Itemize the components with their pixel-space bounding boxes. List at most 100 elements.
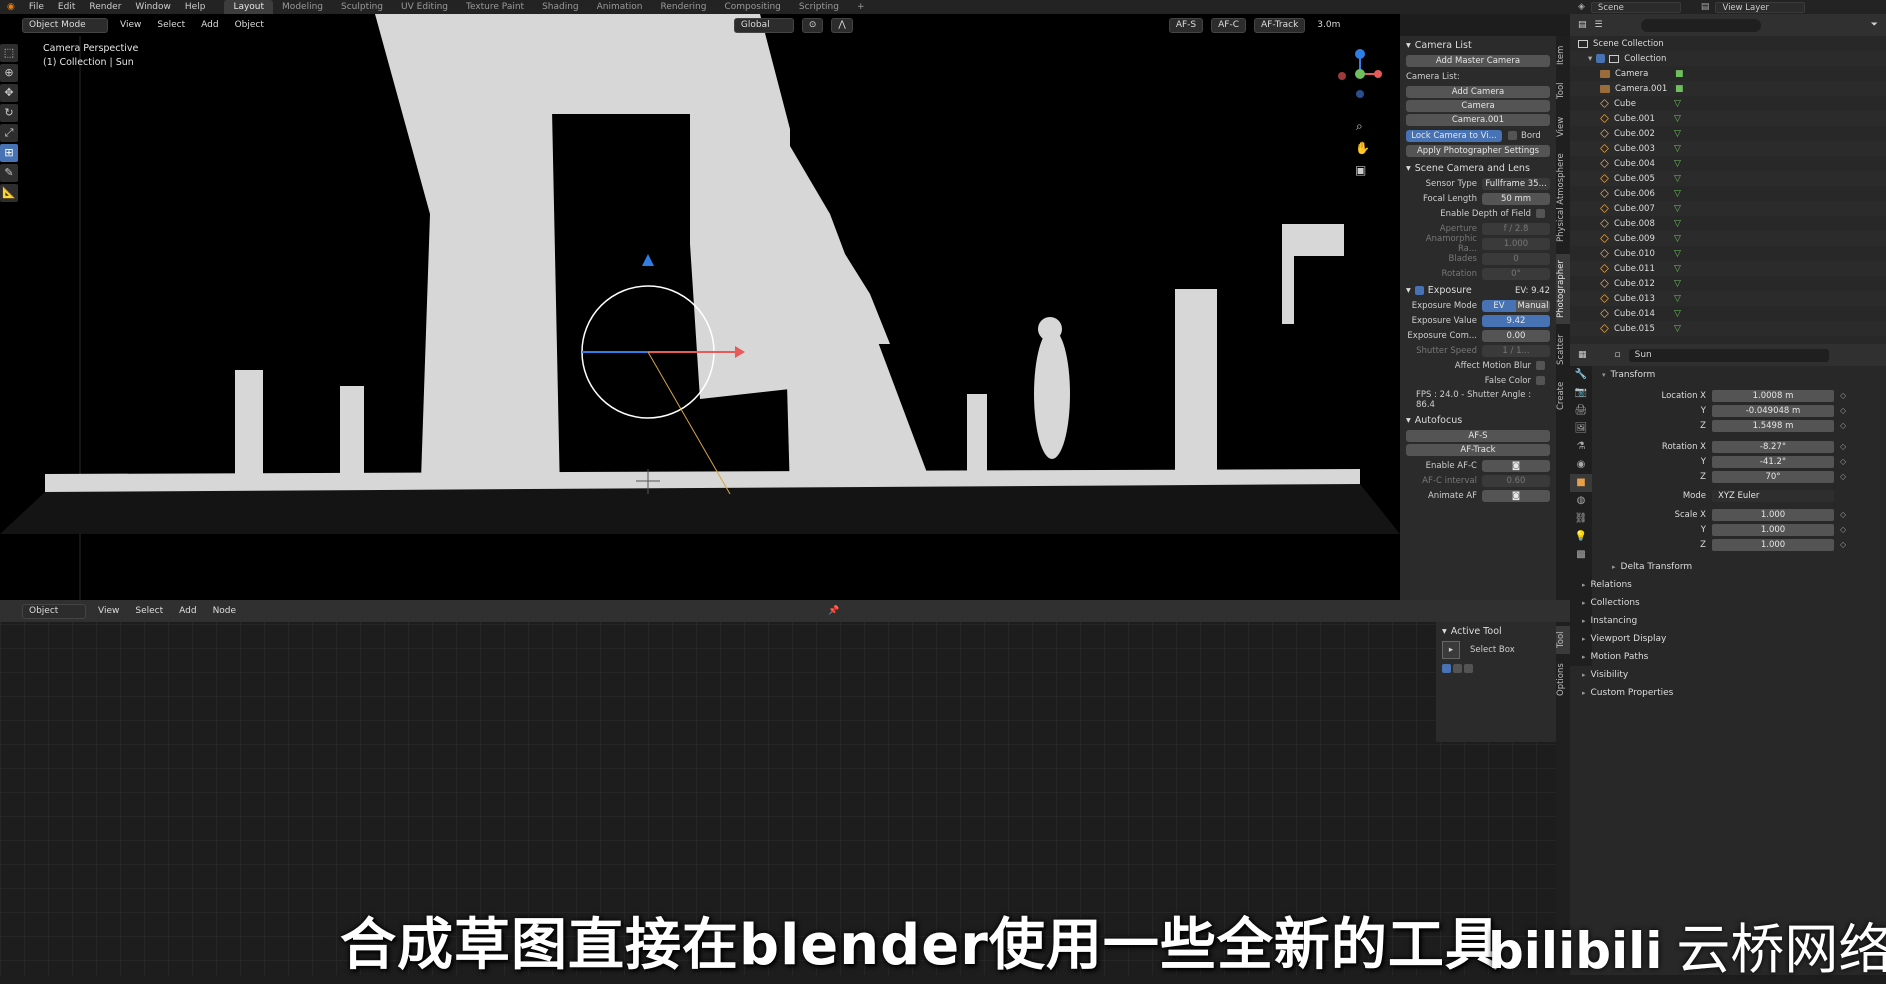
location-x-field[interactable]: 1.0008 m (1712, 389, 1834, 402)
outliner-item[interactable]: Cube.003 ▽ (1570, 141, 1886, 156)
keyframe-icon[interactable]: ◇ (1840, 457, 1846, 466)
view-layer-selector[interactable]: View Layer (1715, 1, 1806, 13)
outliner-item[interactable]: Cube.011 ▽ (1570, 261, 1886, 276)
filter-icon[interactable]: ⏷ (1871, 20, 1878, 30)
mesh-data-icon[interactable]: ▽ (1674, 264, 1681, 274)
node-type-dropdown[interactable]: Object (22, 603, 86, 619)
outliner-item[interactable]: Cube.009 ▽ (1570, 231, 1886, 246)
axis-gizmo-icon[interactable]: ⌕ ✋ ▣ (1330, 44, 1390, 194)
mesh-data-icon[interactable]: ▽ (1674, 309, 1681, 319)
workspace-tab-modeling[interactable]: Modeling (273, 0, 332, 14)
properties-editor-icon[interactable]: ▦ (1578, 350, 1587, 360)
tab-create[interactable]: Create (1556, 376, 1570, 416)
animate-af-toggle[interactable]: ◙ (1482, 489, 1550, 502)
blender-logo-icon[interactable]: ◉ (0, 0, 22, 14)
constraints-props-icon[interactable]: ⛓ (1570, 510, 1592, 528)
workspace-tab-animation[interactable]: Animation (588, 0, 652, 14)
motion-blur-checkbox[interactable] (1536, 361, 1545, 370)
exposure-header[interactable]: ▾ Exposure EV: 9.42 (1400, 281, 1556, 298)
node-menu-select[interactable]: Select (131, 606, 167, 616)
mode-subtract-icon[interactable] (1464, 664, 1473, 673)
keyframe-icon[interactable]: ◇ (1840, 391, 1846, 400)
viewport-menu-view[interactable]: View (116, 20, 145, 30)
outliner-item[interactable]: Cube.013 ▽ (1570, 291, 1886, 306)
outliner-item[interactable]: Cube.014 ▽ (1570, 306, 1886, 321)
viewport-menu-select[interactable]: Select (153, 20, 189, 30)
scale-y-field[interactable]: 1.000 (1712, 523, 1834, 536)
mesh-data-icon[interactable]: ▽ (1674, 324, 1681, 334)
scale-tool-icon[interactable]: ⤢ (0, 124, 18, 142)
scene-props-icon[interactable]: ⚗ (1570, 438, 1592, 456)
workspace-tab-scripting[interactable]: Scripting (790, 0, 848, 14)
af-track-button[interactable]: AF-Track (1253, 17, 1306, 33)
render-props-icon[interactable]: 📷 (1570, 384, 1592, 402)
node-menu-view[interactable]: View (94, 606, 123, 616)
tab-photographer[interactable]: Photographer (1556, 254, 1570, 324)
tab-item[interactable]: Item (1556, 40, 1570, 70)
exposure-mode-ev-button[interactable]: EV (1482, 299, 1516, 312)
camera-item-button[interactable]: Camera (1406, 100, 1550, 112)
transform-section-header[interactable]: ▾ Transform (1594, 366, 1886, 384)
rotation-x-field[interactable]: -8.27° (1712, 440, 1834, 453)
camera-001-item-button[interactable]: Camera.001 (1406, 114, 1550, 126)
rotation-z-field[interactable]: 70° (1712, 470, 1834, 483)
physics-props-icon[interactable]: ◍ (1570, 492, 1592, 510)
outliner-item[interactable]: Cube.005 ▽ (1570, 171, 1886, 186)
annotate-tool-icon[interactable]: ✎ (0, 164, 18, 182)
property-section-header[interactable]: ▸ Relations (1574, 576, 1886, 594)
afc-interval-field[interactable]: 0.60 (1482, 474, 1550, 487)
tab-scatter[interactable]: Scatter (1556, 330, 1570, 370)
enable-afc-toggle[interactable]: ◙ (1482, 459, 1550, 472)
exposure-value-field[interactable]: 9.42 (1482, 314, 1550, 327)
viewport-menu-object[interactable]: Object (231, 20, 268, 30)
select-box-tool-icon[interactable]: ⬚ (0, 44, 18, 62)
property-section-header[interactable]: ▸ Instancing (1574, 612, 1886, 630)
location-z-field[interactable]: 1.5498 m (1712, 419, 1834, 432)
outliner-item[interactable]: Cube.002 ▽ (1570, 126, 1886, 141)
menu-render[interactable]: Render (82, 0, 128, 14)
measure-tool-icon[interactable]: 📐 (0, 184, 18, 202)
rotate-tool-icon[interactable]: ↻ (0, 104, 18, 122)
menu-window[interactable]: Window (128, 0, 178, 14)
viewport-menu-add[interactable]: Add (197, 20, 222, 30)
mesh-data-icon[interactable]: ▽ (1674, 294, 1681, 304)
mesh-data-icon[interactable]: ▽ (1674, 144, 1681, 154)
outliner-item[interactable]: Cube.006 ▽ (1570, 186, 1886, 201)
rotation-field[interactable]: 0° (1482, 267, 1550, 280)
outliner-search-input[interactable] (1640, 18, 1761, 32)
false-color-checkbox[interactable] (1536, 376, 1545, 385)
aperture-field[interactable]: f / 2.8 (1482, 222, 1550, 235)
texture-props-icon[interactable]: ▩ (1570, 546, 1592, 564)
mesh-data-icon[interactable]: ▽ (1674, 204, 1681, 214)
view-layer-props-icon[interactable]: 🖼 (1570, 420, 1592, 438)
outliner-collection[interactable]: ▾ Collection (1570, 51, 1886, 66)
move-tool-icon[interactable]: ✥ (0, 84, 18, 102)
scene-camera-lens-header[interactable]: ▾ Scene Camera and Lens (1400, 159, 1556, 176)
outliner-item[interactable]: Cube.008 ▽ (1570, 216, 1886, 231)
apply-photographer-settings-button[interactable]: Apply Photographer Settings (1406, 145, 1550, 157)
scale-z-field[interactable]: 1.000 (1712, 538, 1834, 551)
mesh-data-icon[interactable]: ▽ (1674, 114, 1681, 124)
af-c-button[interactable]: AF-C (1211, 17, 1246, 33)
property-section-header[interactable]: ▸ Motion Paths (1574, 648, 1886, 666)
navigation-gizmo[interactable]: ⌕ ✋ ▣ (1330, 44, 1390, 194)
node-menu-add[interactable]: Add (175, 606, 200, 616)
outliner-item[interactable]: Cube.001 ▽ (1570, 111, 1886, 126)
workspace-tab-uv-editing[interactable]: UV Editing (392, 0, 457, 14)
tab-view[interactable]: View (1556, 112, 1570, 142)
output-props-icon[interactable]: 🖨 (1570, 402, 1592, 420)
mesh-data-icon[interactable]: ▽ (1674, 279, 1681, 289)
property-section-header[interactable]: ▸ Visibility (1574, 666, 1886, 684)
world-props-icon[interactable]: ◉ (1570, 456, 1592, 474)
property-section-header[interactable]: ▸ Custom Properties (1574, 684, 1886, 702)
snap-icon[interactable]: ⊙ (801, 17, 824, 33)
workspace-tab-compositing[interactable]: Compositing (715, 0, 789, 14)
node-menu-node[interactable]: Node (209, 606, 241, 616)
transform-orientation-dropdown[interactable]: Global (733, 17, 794, 33)
af-track-panel-button[interactable]: AF-Track (1406, 444, 1550, 456)
bord-checkbox[interactable] (1508, 131, 1517, 140)
mode-extend-icon[interactable] (1453, 664, 1462, 673)
object-props-icon[interactable]: ■ (1570, 474, 1592, 492)
pin-icon[interactable]: 📌 (828, 606, 839, 616)
delta-transform-header[interactable]: ▸ Delta Transform (1594, 558, 1886, 576)
